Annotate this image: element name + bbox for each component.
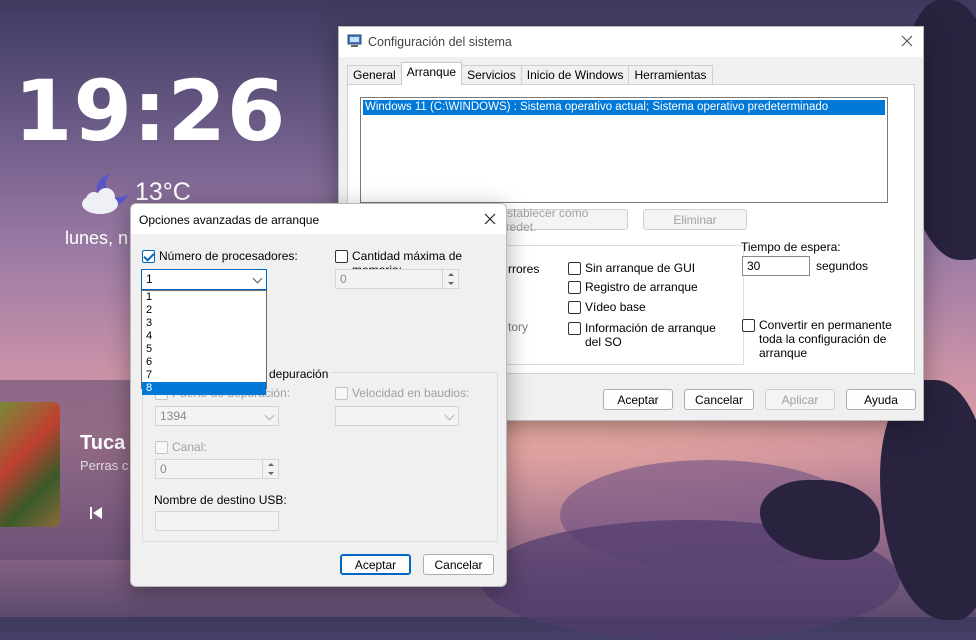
dialog-title: Opciones avanzadas de arranque: [139, 213, 320, 227]
lock-clock: 19:26: [14, 62, 287, 160]
dropdown-option[interactable]: 4: [142, 330, 266, 343]
chevron-down-icon: [444, 410, 455, 421]
debug-group-label: depuración: [267, 367, 331, 381]
ok-button[interactable]: Aceptar: [340, 554, 411, 575]
baud-rate-select: [335, 406, 459, 426]
checkbox-box: [335, 387, 348, 400]
no-gui-boot-checkbox[interactable]: Sin arranque de GUI: [568, 261, 695, 275]
window-title: Configuración del sistema: [368, 35, 512, 49]
msconfig-icon: [347, 34, 362, 47]
field-value: 0: [340, 272, 347, 286]
dropdown-option[interactable]: 3: [142, 317, 266, 330]
history-option-partial: tory: [508, 320, 529, 334]
song-title: Tuca: [80, 432, 126, 454]
channel-checkbox: Canal:: [155, 440, 207, 454]
chevron-down-icon: [264, 410, 275, 421]
os-list-item[interactable]: Windows 11 (C:\WINDOWS) : Sistema operat…: [363, 100, 885, 115]
checkbox-label: Sin arranque de GUI: [585, 261, 696, 275]
tab-servicios[interactable]: Servicios: [461, 65, 522, 85]
song-artist: Perras c: [80, 458, 129, 473]
dropdown-option-highlighted[interactable]: 8: [142, 382, 266, 395]
dropdown-option[interactable]: 2: [142, 304, 266, 317]
dialog-title-bar[interactable]: Opciones avanzadas de arranque: [131, 204, 506, 234]
checkbox-box[interactable]: [568, 322, 581, 335]
timeout-input[interactable]: 30: [742, 256, 810, 276]
cancel-button[interactable]: Cancelar: [684, 389, 754, 410]
checkbox-box[interactable]: [568, 262, 581, 275]
dropdown-option[interactable]: 5: [142, 343, 266, 356]
usb-target-label: Nombre de destino USB:: [154, 493, 287, 507]
select-value: 1394: [160, 409, 187, 423]
checkbox-box[interactable]: [742, 319, 755, 332]
checkbox-box[interactable]: [335, 250, 348, 263]
boot-log-checkbox[interactable]: Registro de arranque: [568, 280, 698, 294]
safe-boot-option-partial: rrores: [508, 262, 540, 276]
dropdown-option[interactable]: 6: [142, 356, 266, 369]
checkbox-label: Canal:: [172, 440, 207, 454]
timeout-unit: segundos: [816, 259, 869, 273]
debug-port-select: 1394: [155, 406, 279, 426]
make-permanent-checkbox[interactable]: Convertir en permanente toda la configur…: [742, 318, 892, 360]
checkbox-label: Registro de arranque: [585, 280, 698, 294]
os-list[interactable]: Windows 11 (C:\WINDOWS) : Sistema operat…: [360, 97, 888, 203]
num-processors-select[interactable]: 1: [141, 269, 267, 290]
checkbox-box[interactable]: [568, 301, 581, 314]
delete-button[interactable]: Eliminar: [643, 209, 747, 230]
checkbox-label: Información de arranque del SO: [585, 321, 716, 349]
channel-input: 0: [155, 459, 279, 479]
checkbox-box[interactable]: [142, 250, 155, 263]
field-value: 0: [160, 462, 167, 476]
checkbox-label: Número de procesadores:: [159, 249, 298, 263]
dropdown-option[interactable]: 1: [142, 291, 266, 304]
tab-inicio-windows[interactable]: Inicio de Windows: [520, 65, 630, 85]
tab-general[interactable]: General: [347, 65, 402, 85]
usb-target-input: [155, 511, 279, 531]
checkbox-label: Convertir en permanente toda la configur…: [759, 318, 892, 360]
close-icon[interactable]: [482, 211, 498, 227]
tab-herramientas[interactable]: Herramientas: [628, 65, 713, 85]
checkbox-label: Velocidad en baudios:: [352, 386, 470, 400]
dropdown-option[interactable]: 7: [142, 369, 266, 382]
select-value: 1: [146, 272, 153, 286]
set-default-button[interactable]: Establecer como predet.: [498, 206, 628, 234]
apply-button[interactable]: Aplicar: [765, 389, 835, 410]
processor-dropdown-list[interactable]: 1 2 3 4 5 6 7 8: [141, 290, 267, 395]
cancel-button[interactable]: Cancelar: [423, 554, 494, 575]
help-button[interactable]: Ayuda: [846, 389, 916, 410]
base-video-checkbox[interactable]: Vídeo base: [568, 300, 646, 314]
spin-buttons: [262, 460, 278, 478]
previous-track-icon[interactable]: [88, 505, 104, 521]
spin-buttons: [442, 270, 458, 288]
close-icon[interactable]: [899, 33, 915, 49]
checkbox-box: [155, 441, 168, 454]
checkbox-label: Vídeo base: [585, 300, 646, 314]
tab-strip: General Arranque Servicios Inicio de Win…: [347, 62, 713, 85]
max-memory-input: 0: [335, 269, 459, 289]
moon-cloud-icon: [82, 174, 128, 214]
baud-rate-checkbox: Velocidad en baudios:: [335, 386, 469, 400]
lock-date: lunes, n: [65, 228, 129, 248]
checkbox-box[interactable]: [568, 281, 581, 294]
title-bar[interactable]: Configuración del sistema: [339, 27, 923, 57]
num-processors-checkbox[interactable]: Número de procesadores:: [142, 249, 298, 263]
tab-arranque[interactable]: Arranque: [400, 62, 463, 85]
os-boot-info-checkbox[interactable]: Información de arranque del SO: [568, 321, 728, 349]
timeout-label: Tiempo de espera:: [741, 240, 841, 254]
chevron-down-icon: [252, 273, 263, 284]
album-art: [0, 402, 60, 527]
advanced-boot-options-dialog: Opciones avanzadas de arranque Número de…: [130, 203, 507, 587]
ok-button[interactable]: Aceptar: [603, 389, 673, 410]
